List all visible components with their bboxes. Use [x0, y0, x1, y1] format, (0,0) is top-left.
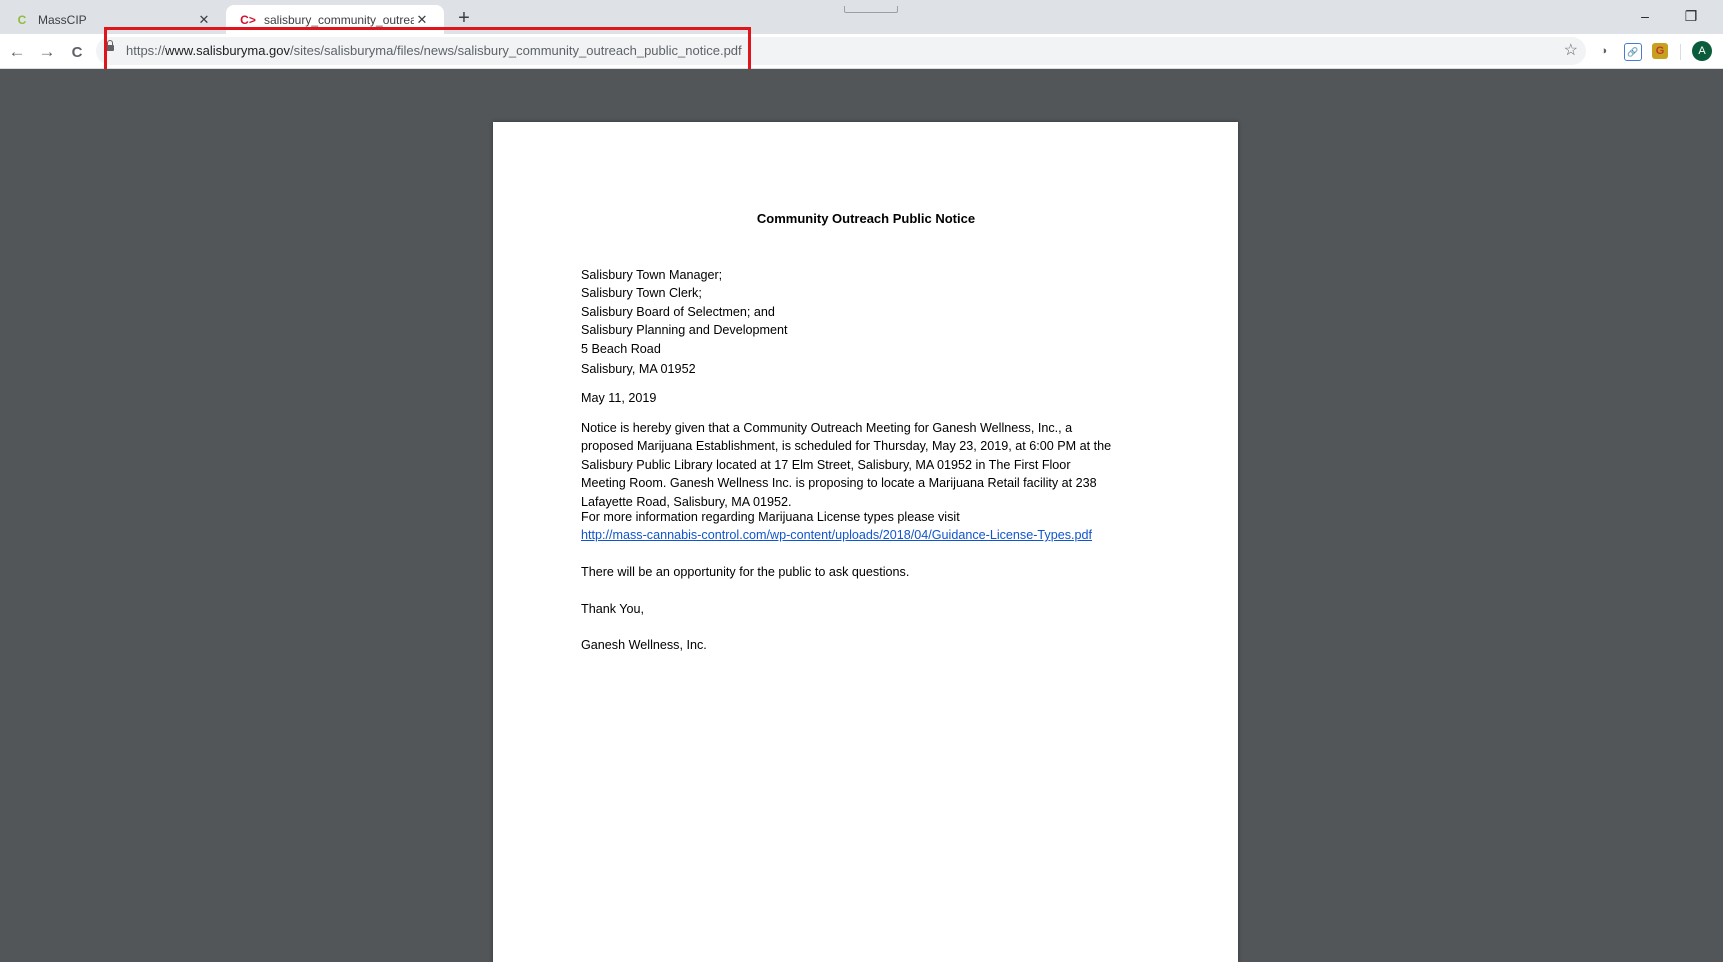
pdf-viewer[interactable]: Community Outreach Public Notice Salisbu…	[0, 69, 1723, 962]
tab-title: salisbury_community_outreach_p	[264, 12, 414, 27]
notice-line: Meeting Room. Ganesh Wellness Inc. is pr…	[581, 476, 1097, 491]
bookmark-star-icon[interactable]: ☆	[1564, 40, 1578, 60]
masscip-favicon-icon: C	[17, 12, 27, 27]
notice-date: May 11, 2019	[581, 391, 657, 405]
signature-text: Ganesh Wellness, Inc.	[581, 638, 707, 652]
address-line: Salisbury Planning and Development	[581, 323, 788, 338]
license-types-link[interactable]: http://mass-cannabis-control.com/wp-cont…	[581, 526, 1092, 544]
extension-g-icon[interactable]: G	[1652, 43, 1668, 59]
notice-line: Notice is hereby given that a Community …	[581, 421, 1073, 435]
pdf-page: Community Outreach Public Notice Salisbu…	[493, 122, 1238, 962]
address-line: Salisbury Town Manager;	[581, 268, 723, 282]
closing-text: Thank You,	[581, 602, 645, 616]
notice-line: Salisbury Public Library located at 17 E…	[581, 457, 1071, 472]
document-title: Community Outreach Public Notice	[756, 211, 976, 226]
info-block: For more information regarding Marijuana…	[581, 508, 1092, 545]
reload-icon[interactable]: C	[64, 39, 90, 65]
salisbury-favicon-icon: C>	[240, 12, 256, 27]
info-text: For more information regarding Marijuana…	[581, 510, 960, 524]
questions-text: There will be an opportunity for the pub…	[581, 565, 910, 579]
restore-button[interactable]: ❐	[1676, 4, 1706, 28]
close-icon[interactable]: ✕	[414, 12, 430, 28]
extension-circle-icon[interactable]: ◑	[1596, 43, 1612, 59]
address-line: Salisbury Town Clerk;	[581, 286, 702, 301]
address-block: Salisbury Town Manager; Salisbury Town C…	[581, 266, 788, 378]
address-line: 5 Beach Road	[581, 341, 661, 356]
minimize-button[interactable]: –	[1630, 4, 1660, 28]
drag-handle	[844, 6, 898, 13]
tab-title: MassCIP	[38, 12, 87, 27]
toolbar-divider	[1680, 44, 1681, 60]
address-line: Salisbury, MA 01952	[581, 361, 696, 376]
notice-line: proposed Marijuana Establishment, is sch…	[581, 439, 1112, 454]
notice-paragraph: Notice is hereby given that a Community …	[581, 419, 1171, 511]
extension-link-icon[interactable]: 🔗	[1624, 43, 1642, 61]
forward-arrow-icon[interactable]: →	[34, 39, 60, 65]
close-icon[interactable]: ✕	[196, 12, 212, 28]
back-arrow-icon[interactable]: ←	[4, 39, 30, 65]
address-line: Salisbury Board of Selectmen; and	[581, 304, 775, 319]
profile-avatar[interactable]: A	[1692, 41, 1712, 61]
